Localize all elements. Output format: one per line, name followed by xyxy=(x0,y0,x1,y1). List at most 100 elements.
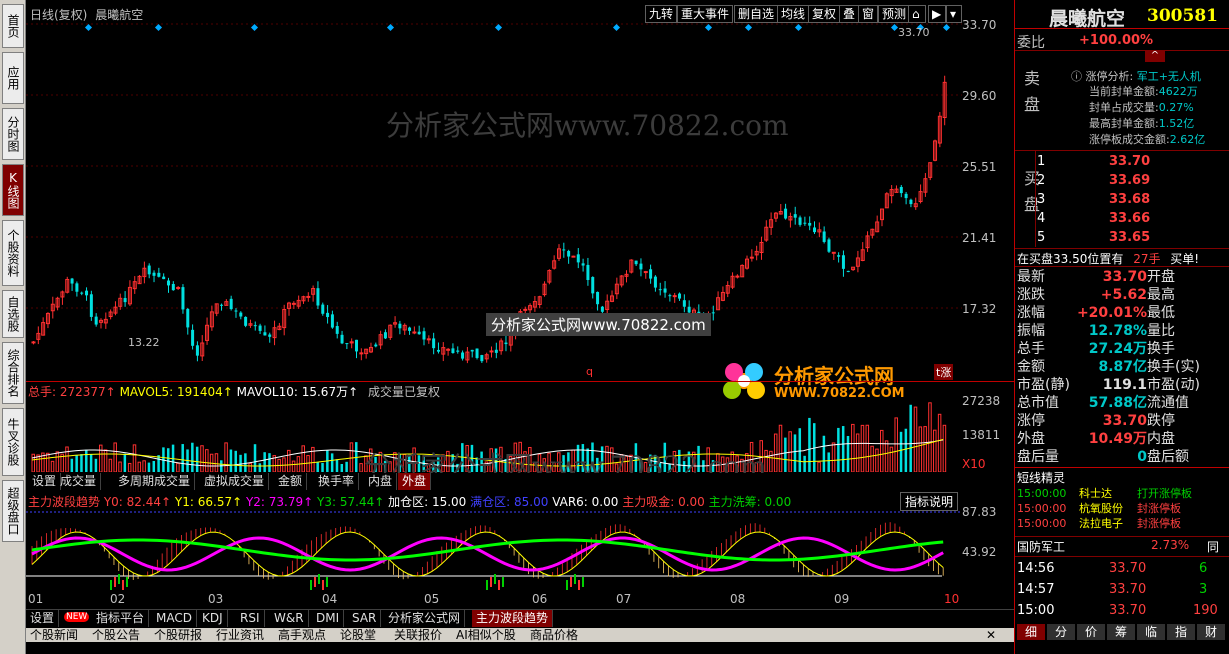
news-tab[interactable]: 商品价格 xyxy=(530,628,578,642)
tab-intraday[interactable]: 分时图 xyxy=(2,108,24,160)
quote-tab[interactable]: 指 xyxy=(1167,624,1195,640)
news-tab[interactable]: 个股研报 xyxy=(154,628,202,642)
quote-tab[interactable]: 细 xyxy=(1017,624,1045,640)
tool-events-button[interactable]: 重大事件 xyxy=(677,5,734,23)
volume-bar xyxy=(70,458,74,472)
vol-tab-amount[interactable]: 金额 xyxy=(274,473,308,490)
indicator-signal-bar xyxy=(322,580,324,590)
ind-tab-zlbd[interactable]: 主力波段趋势 xyxy=(472,610,554,627)
quote-tab[interactable]: 临 xyxy=(1137,624,1165,640)
volume-bar xyxy=(103,449,108,472)
vol-tab-turnover[interactable]: 换手率 xyxy=(314,473,360,490)
kline-candle-up xyxy=(291,302,296,305)
bid-price: 33.68 xyxy=(1109,192,1151,207)
tab-super-level2[interactable]: 超级盘口 xyxy=(2,480,24,542)
ind-tab-wr[interactable]: W&R xyxy=(270,610,309,627)
kline-candle-down xyxy=(408,327,412,331)
volume-bar xyxy=(909,404,912,472)
news-tab[interactable]: 关联报价 xyxy=(394,628,442,642)
ind-tab-dmi[interactable]: DMI xyxy=(312,610,345,627)
tick-list: 14:56 33.70 6 14:57 33.70 3 15:00 33.70 190 xyxy=(1017,558,1227,621)
quote-tab[interactable]: 财 xyxy=(1197,624,1225,640)
ind-tab-settings[interactable]: 设置 xyxy=(26,610,60,627)
news-tab[interactable]: 个股公告 xyxy=(92,628,140,642)
tool-overlay-button[interactable]: 叠 xyxy=(839,5,860,23)
zt-tag[interactable]: 军工+无人机 xyxy=(1137,70,1201,83)
news-tab[interactable]: 行业资讯 xyxy=(216,628,264,642)
indicator-explain-button[interactable]: 指标说明 xyxy=(900,492,959,511)
stat-row: 涨幅 +20.01% 最低 xyxy=(1017,304,1229,322)
vol-tab-outer[interactable]: 外盘 xyxy=(398,473,432,490)
tool-forecast-button[interactable]: 预测 xyxy=(878,5,911,23)
ind-tab-platform[interactable]: 指标平台 xyxy=(92,610,150,627)
period-label[interactable]: 日线(复权) xyxy=(30,8,87,22)
news-tab[interactable]: 个股新闻 xyxy=(30,628,78,642)
indicator-signal-bar xyxy=(318,574,320,584)
tool-jiuzhuan-button[interactable]: 九转 xyxy=(645,5,678,23)
tab-watchlist[interactable]: 自选股 xyxy=(2,290,24,338)
vol-tab-multi[interactable]: 多周期成交量 xyxy=(114,473,196,490)
volume-bar xyxy=(913,406,918,472)
quote-tab[interactable]: 分 xyxy=(1047,624,1075,640)
ind-tab-kdj[interactable]: KDJ xyxy=(198,610,228,627)
indicator-chart[interactable] xyxy=(26,510,962,592)
price-axis-2: 29.60 xyxy=(962,89,997,103)
news-tab[interactable]: AI相似个股 xyxy=(456,628,516,642)
kline-candle-down xyxy=(220,304,224,306)
short-event: 封涨停板 xyxy=(1137,502,1181,515)
kline-candle-down xyxy=(793,214,797,218)
kline-candle-down xyxy=(480,355,484,362)
zt-details: 当前封单金额:4622万 封单占成交量:0.27% 最高封单金额:1.52亿 涨… xyxy=(1089,84,1205,148)
vol-tab-volume[interactable]: 成交量 xyxy=(56,473,102,490)
kline-candle-down xyxy=(841,255,845,269)
indicator-var6: VAR6: 0.00 xyxy=(552,495,619,509)
volume-bar xyxy=(45,452,50,472)
tab-apps[interactable]: 应用 xyxy=(2,52,24,104)
tab-stock-info[interactable]: 个股资料 xyxy=(2,220,24,286)
left-vertical-tabs: 首页 应用 分时图 K线图 个股资料 自选股 综合排名 牛叉诊股 超级盘口 xyxy=(0,0,26,654)
bid-note-qty: 27手 xyxy=(1133,252,1161,266)
vol-tab-virtual[interactable]: 虚拟成交量 xyxy=(200,473,270,490)
volume-bar xyxy=(904,428,908,472)
volume-bar xyxy=(132,444,137,472)
tab-kline[interactable]: K线图 xyxy=(2,164,24,216)
ind-tab-rsi[interactable]: RSI xyxy=(236,610,265,627)
news-tab[interactable]: 论股堂 xyxy=(340,628,376,642)
sector-name[interactable]: 国防军工 xyxy=(1017,538,1065,555)
kline-candle-down xyxy=(191,329,195,346)
news-tab[interactable]: 高手观点 xyxy=(278,628,326,642)
lock-icon[interactable]: ⌂ xyxy=(908,5,926,23)
collapse-icon[interactable]: ^ xyxy=(1145,50,1165,62)
quote-tab[interactable]: 筹 xyxy=(1107,624,1135,640)
volume-bar xyxy=(89,454,93,472)
tab-ranking[interactable]: 综合排名 xyxy=(2,342,24,404)
tool-window-button[interactable]: 窗 xyxy=(858,5,879,23)
ind-tab-macd[interactable]: MACD xyxy=(152,610,197,627)
tool-remove-watch-button[interactable]: 删自选 xyxy=(734,5,779,23)
volume-bar xyxy=(301,445,305,472)
ind-tab-sar[interactable]: SAR xyxy=(348,610,382,627)
indicator-signal-bar xyxy=(486,580,488,590)
tool-ma-button[interactable]: 均线 xyxy=(777,5,810,23)
stat-row: 金额 8.87亿 换手(实) xyxy=(1017,358,1229,376)
expand-icon[interactable]: ▶ xyxy=(928,5,946,23)
tab-home[interactable]: 首页 xyxy=(2,4,24,48)
dropdown-icon[interactable]: ▾ xyxy=(946,5,962,23)
volume-bar xyxy=(137,461,142,472)
vol-tab-inner[interactable]: 内盘 xyxy=(364,473,398,490)
kline-candle-down xyxy=(798,217,802,225)
ind-tab-fxj[interactable]: 分析家公式网 xyxy=(384,610,466,627)
close-icon[interactable]: ✕ xyxy=(986,628,996,642)
short-row[interactable]: 15:00:00 法拉电子 封涨停板 xyxy=(1017,516,1227,531)
zt-row-label: 涨停板成交金额: xyxy=(1089,133,1170,146)
indicator-signal-bar xyxy=(502,577,504,587)
kline-candle-up xyxy=(672,295,677,298)
tab-diagnosis[interactable]: 牛叉诊股 xyxy=(2,408,24,476)
volume-bar xyxy=(31,453,35,472)
sector-pct: 2.73% xyxy=(1151,538,1190,552)
tool-adjust-button[interactable]: 复权 xyxy=(808,5,841,23)
short-row[interactable]: 15:00:00 杭氧股份 封涨停板 xyxy=(1017,501,1227,516)
signal-diamond-icon xyxy=(744,23,753,32)
quote-tab[interactable]: 价 xyxy=(1077,624,1105,640)
short-row[interactable]: 15:00:00 科士达 打开涨停板 xyxy=(1017,486,1227,501)
